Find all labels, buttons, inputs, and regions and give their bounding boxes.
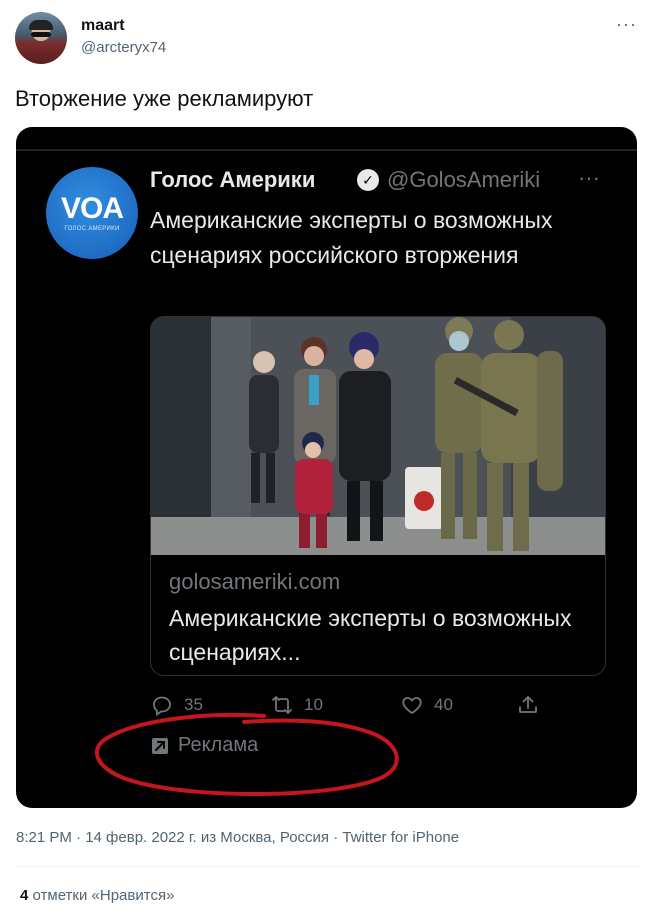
link-card: golosameriki.com Американские эксперты о… bbox=[150, 316, 606, 676]
author-handle[interactable]: @arcteryx74 bbox=[81, 39, 166, 56]
retweet-count: 10 bbox=[304, 695, 323, 714]
more-icon[interactable]: ··· bbox=[616, 14, 637, 35]
embedded-action-bar: 35 10 40 bbox=[150, 690, 570, 720]
voa-logo: VOA ГОЛОС АМЕРИКИ bbox=[46, 167, 138, 259]
likes-label: отметки «Нравится» bbox=[32, 887, 175, 904]
card-photo-illustration bbox=[151, 317, 605, 555]
verified-icon: ✓ bbox=[357, 169, 379, 191]
avatar[interactable] bbox=[15, 12, 67, 64]
retweet-action: 10 bbox=[270, 690, 323, 720]
embedded-screenshot[interactable]: VOA ГОЛОС АМЕРИКИ Голос Америки ✓ @Golos… bbox=[16, 127, 637, 808]
tweet-meta-line: 8:21 PM · 14 февр. 2022 г. из Москва, Ро… bbox=[16, 829, 460, 846]
retweet-icon bbox=[272, 696, 292, 714]
likes-summary[interactable]: 4 отметки «Нравится» bbox=[20, 887, 174, 904]
embedded-tweet-text: Американские эксперты о возможных сценар… bbox=[150, 207, 553, 268]
card-photo bbox=[151, 317, 605, 555]
promoted-text: Реклама bbox=[178, 734, 259, 756]
avatar-cap-shape bbox=[29, 20, 53, 30]
reply-action: 35 bbox=[150, 690, 203, 720]
likes-count: 4 bbox=[20, 887, 29, 904]
card-title: Американские эксперты о возможных сценар… bbox=[169, 605, 572, 665]
voa-logo-mark: VOA bbox=[60, 192, 124, 225]
share-action bbox=[516, 690, 550, 720]
reply-icon bbox=[153, 696, 171, 717]
embedded-more-icon: ··· bbox=[578, 165, 600, 190]
embedded-author-handle: @GolosAmeriki bbox=[387, 167, 541, 192]
voa-logo-subtitle: ГОЛОС АМЕРИКИ bbox=[64, 226, 120, 232]
like-icon bbox=[402, 697, 422, 714]
embedded-author-name: Голос Америки bbox=[150, 167, 316, 192]
author-display-name[interactable]: maart bbox=[81, 17, 125, 35]
like-action: 40 bbox=[400, 690, 453, 720]
divider bbox=[16, 866, 640, 867]
promoted-label: Реклама bbox=[151, 734, 258, 757]
avatar-glasses-shape bbox=[31, 32, 51, 37]
card-domain: golosameriki.com bbox=[169, 569, 341, 594]
promoted-icon bbox=[152, 737, 168, 754]
reply-count: 35 bbox=[184, 695, 203, 714]
like-count: 40 bbox=[434, 695, 453, 714]
tweet-text: Вторжение уже рекламируют bbox=[15, 86, 314, 111]
embed-divider bbox=[16, 149, 637, 151]
share-icon bbox=[519, 696, 537, 713]
